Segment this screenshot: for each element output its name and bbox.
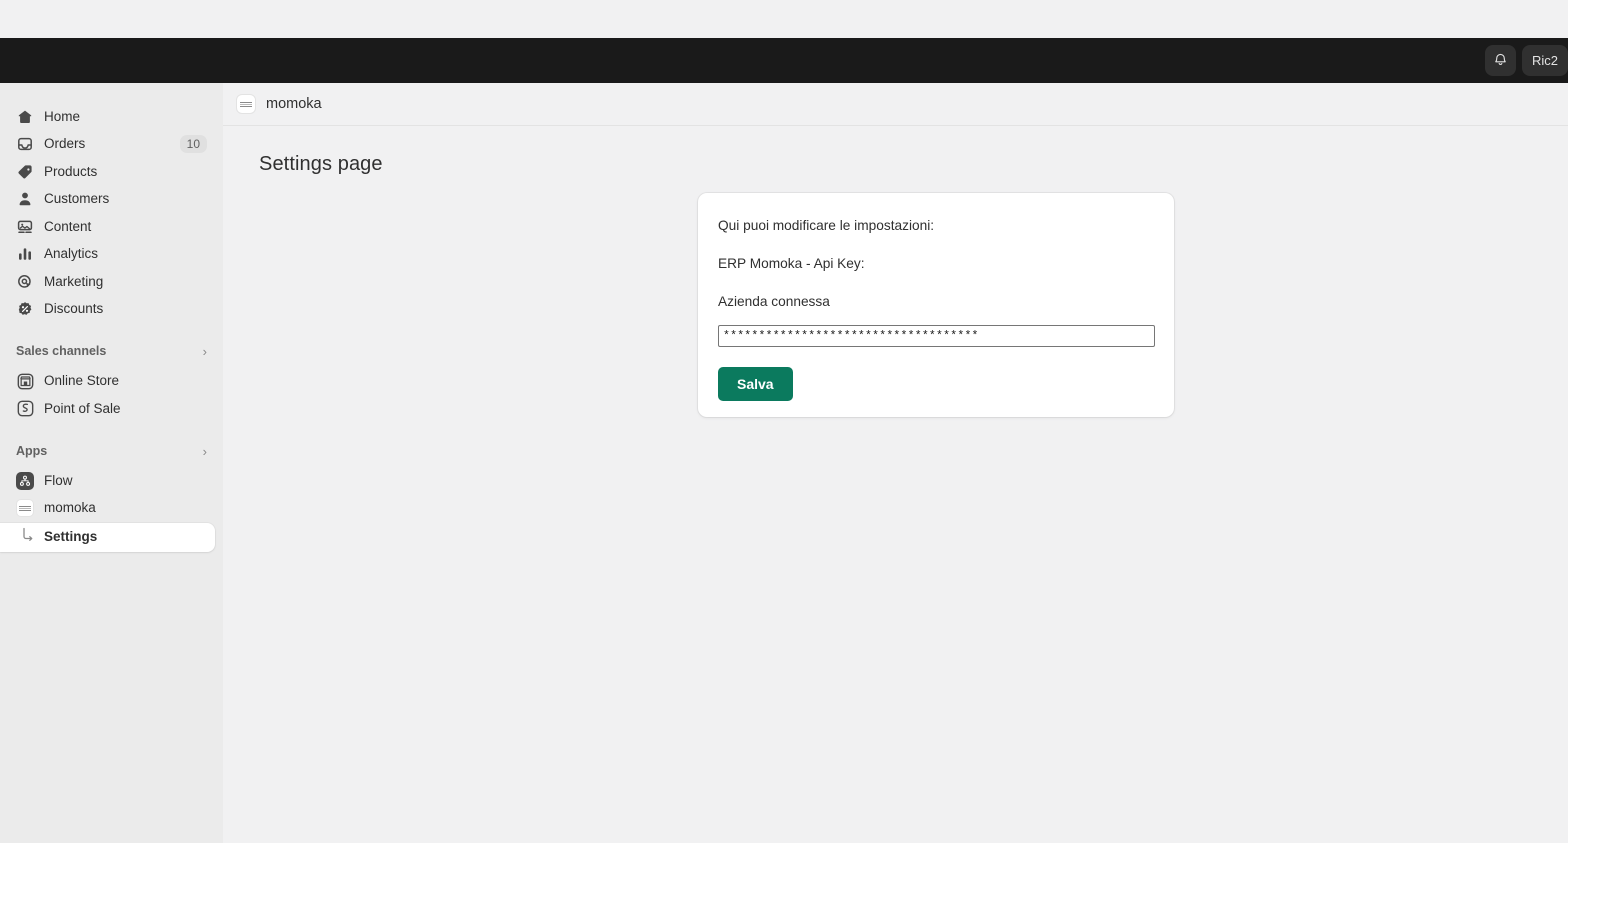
sidebar-item-label: Home bbox=[44, 108, 81, 124]
products-icon bbox=[16, 163, 34, 181]
topbar-right-actions: Ric2 bbox=[1485, 38, 1568, 83]
api-key-label: ERP Momoka - Api Key: bbox=[718, 255, 865, 271]
elbow-arrow-icon bbox=[16, 526, 38, 548]
momoka-app-icon bbox=[16, 499, 34, 517]
home-icon bbox=[16, 108, 34, 126]
sidebar-item-label: Settings bbox=[44, 529, 98, 545]
sidebar-item-label: Content bbox=[44, 218, 92, 234]
orders-count-badge: 10 bbox=[179, 134, 207, 154]
flow-app-tile bbox=[16, 471, 34, 490]
user-name-label: Ric2 bbox=[1532, 53, 1559, 68]
sidebar-item-home[interactable]: Home bbox=[8, 103, 215, 130]
sidebar-item-label: Orders bbox=[44, 136, 86, 152]
app-breadcrumb-header: momoka bbox=[223, 83, 1568, 126]
sidebar-item-label: Discounts bbox=[44, 301, 104, 317]
section-title: Apps bbox=[16, 443, 48, 458]
sidebar-item-label: Point of Sale bbox=[44, 400, 121, 416]
content-icon bbox=[16, 218, 34, 236]
page-title: Settings page bbox=[259, 153, 383, 175]
sidebar-item-settings[interactable]: Settings bbox=[0, 522, 215, 552]
chevron-right-icon: › bbox=[202, 344, 207, 359]
chevron-right-icon: › bbox=[202, 443, 207, 459]
shopify-admin-app: Search ⌘ K Ric2 Home bbox=[0, 0, 1568, 843]
sidebar-item-flow[interactable]: Flow bbox=[8, 467, 215, 494]
analytics-icon bbox=[16, 245, 34, 263]
topbar: Search ⌘ K bbox=[0, 38, 1568, 114]
sidebar-item-online-store[interactable]: Online Store bbox=[8, 368, 215, 395]
orders-icon bbox=[16, 135, 34, 153]
section-title: Sales channels bbox=[16, 344, 107, 359]
sidebar-item-products[interactable]: Products bbox=[8, 158, 215, 185]
momoka-logo-mark bbox=[19, 505, 31, 512]
momoka-app-icon bbox=[236, 94, 256, 114]
sidebar-item-label: Customers bbox=[44, 191, 110, 207]
online-store-icon bbox=[16, 372, 34, 390]
sidebar-item-label: Flow bbox=[44, 472, 73, 488]
save-button[interactable]: Salva bbox=[718, 367, 793, 402]
sidebar: Home Orders 10 Products Customers Conten… bbox=[0, 83, 223, 843]
notifications-button[interactable] bbox=[1485, 45, 1516, 76]
momoka-logo-tile bbox=[16, 499, 34, 517]
sidebar-item-label: Analytics bbox=[44, 246, 99, 262]
sidebar-item-customers[interactable]: Customers bbox=[8, 186, 215, 213]
sidebar-item-label: Marketing bbox=[44, 273, 104, 289]
point-of-sale-icon bbox=[16, 400, 34, 418]
app-name-label: momoka bbox=[266, 95, 322, 112]
flow-app-icon bbox=[16, 471, 34, 490]
main-content: momoka Settings page Qui puoi modificare… bbox=[223, 83, 1568, 843]
sidebar-section-sales-channels[interactable]: Sales channels › bbox=[8, 340, 215, 364]
sidebar-item-orders[interactable]: Orders 10 bbox=[8, 131, 215, 158]
settings-card: Qui puoi modificare le impostazioni: ERP… bbox=[698, 193, 1174, 417]
card-intro-text: Qui puoi modificare le impostazioni: bbox=[718, 218, 935, 233]
sidebar-item-discounts[interactable]: Discounts bbox=[8, 296, 215, 323]
momoka-logo-mark bbox=[240, 101, 252, 108]
sidebar-item-label: Online Store bbox=[44, 373, 120, 389]
connection-status-text: Azienda connessa bbox=[718, 294, 830, 310]
sidebar-item-label: momoka bbox=[44, 500, 96, 516]
discounts-icon bbox=[16, 300, 34, 318]
user-menu-button[interactable]: Ric2 bbox=[1522, 45, 1568, 76]
sidebar-item-momoka[interactable]: momoka bbox=[8, 495, 215, 522]
sidebar-section-apps[interactable]: Apps › bbox=[8, 439, 215, 463]
sidebar-item-label: Products bbox=[44, 163, 98, 179]
sidebar-item-marketing[interactable]: Marketing bbox=[8, 268, 215, 295]
customers-icon bbox=[16, 190, 34, 208]
sidebar-item-point-of-sale[interactable]: Point of Sale bbox=[8, 395, 215, 422]
marketing-icon bbox=[16, 273, 34, 291]
sidebar-item-content[interactable]: Content bbox=[8, 213, 215, 240]
bell-icon bbox=[1493, 52, 1508, 70]
api-key-input[interactable]: ************************************ bbox=[718, 325, 1155, 348]
sidebar-item-analytics[interactable]: Analytics bbox=[8, 241, 215, 268]
